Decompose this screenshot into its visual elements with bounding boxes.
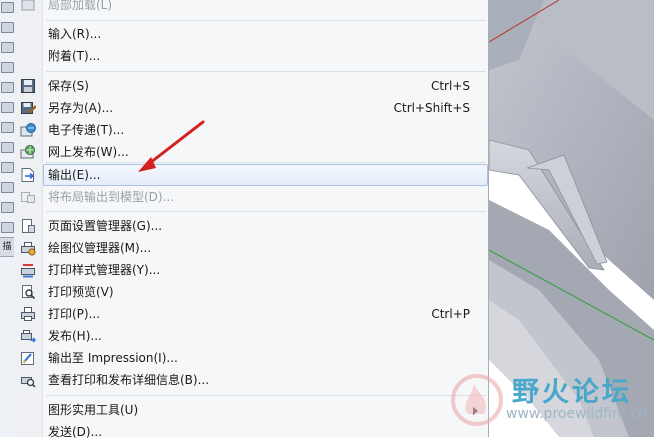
folder-icon[interactable] — [1, 42, 14, 53]
menu-item-save-as[interactable]: 另存为(A)... Ctrl+Shift+S — [14, 97, 488, 119]
print-preview-icon — [20, 284, 36, 300]
menu-item-etransmit[interactable]: 电子传递(T)... — [14, 119, 488, 141]
menu-separator — [46, 162, 486, 163]
menu-item-export[interactable]: 输出(E)... — [43, 164, 488, 186]
partial-load-icon — [20, 0, 36, 13]
menu-item-publish-web[interactable]: 网上发布(W)... — [14, 141, 488, 163]
plot-style-icon — [20, 262, 36, 278]
menu-item-publish[interactable]: 发布(H)... — [14, 325, 488, 347]
menu-item-import[interactable]: 输入(R)... — [14, 23, 488, 45]
flame-logo-icon — [451, 374, 503, 426]
folder-icon[interactable] — [1, 222, 14, 233]
menu-item-plot-publish-details[interactable]: 查看打印和发布详细信息(B)... — [14, 369, 488, 391]
menu-item-export-layout-to-model[interactable]: 将布局输出到模型(D)... — [14, 186, 488, 208]
page-setup-icon — [20, 218, 36, 234]
menu-item-send[interactable]: 发送(D)... — [14, 421, 488, 443]
watermark-title: 野火论坛 — [512, 377, 632, 408]
menu-item-attach[interactable]: 附着(T)... — [14, 45, 488, 67]
save-icon — [20, 78, 36, 94]
menu-item-save[interactable]: 保存(S) Ctrl+S — [14, 75, 488, 97]
menu-item-plot-style-manager[interactable]: 打印样式管理器(Y)... — [14, 259, 488, 281]
plot-details-icon — [20, 372, 36, 388]
folder-icon[interactable] — [1, 162, 14, 173]
folder-icon[interactable] — [1, 122, 14, 133]
export-layout-icon — [20, 189, 36, 205]
menu-item-print-preview[interactable]: 打印预览(V) — [14, 281, 488, 303]
file-menu: 局部加载(L) 输入(R)... 附着(T)... 保存(S) Ctrl+S 另… — [14, 0, 489, 439]
menu-item-drawing-utilities[interactable]: 图形实用工具(U) — [14, 399, 488, 421]
plotter-manager-icon — [20, 240, 36, 256]
watermark: 野火论坛 www.proewildfire.cn — [444, 366, 654, 437]
folder-icon[interactable] — [1, 102, 14, 113]
menu-item-plotter-manager[interactable]: 绘图仪管理器(M)... — [14, 237, 488, 259]
folder-icon[interactable] — [1, 62, 14, 73]
folder-icon[interactable] — [1, 182, 14, 193]
menu-item-export-impression[interactable]: 输出至 Impression(I)... — [14, 347, 488, 369]
publish-icon — [20, 328, 37, 344]
folder-icon[interactable] — [1, 2, 14, 13]
menu-separator — [46, 20, 486, 21]
folder-icon[interactable] — [1, 142, 14, 153]
publish-web-icon — [20, 144, 36, 160]
menu-item-print[interactable]: 打印(P)... Ctrl+P — [14, 303, 488, 325]
etransmit-icon — [20, 122, 36, 138]
save-as-icon — [20, 100, 37, 116]
folder-icon[interactable] — [1, 22, 14, 33]
folder-icon[interactable] — [1, 202, 14, 213]
print-icon — [20, 306, 36, 322]
menu-item-partial-load[interactable]: 局部加载(L) — [14, 0, 488, 16]
left-panel-strip: 描 — [0, 0, 15, 437]
menu-separator — [46, 211, 486, 212]
panel-tab[interactable]: 描 — [0, 237, 14, 257]
menu-separator — [46, 395, 486, 396]
menu-item-page-setup-manager[interactable]: 页面设置管理器(G)... — [14, 215, 488, 237]
watermark-url: www.proewildfire.cn — [506, 406, 648, 422]
export-icon — [20, 167, 36, 183]
menu-separator — [46, 71, 486, 72]
folder-icon[interactable] — [1, 82, 14, 93]
impression-icon — [20, 350, 36, 366]
